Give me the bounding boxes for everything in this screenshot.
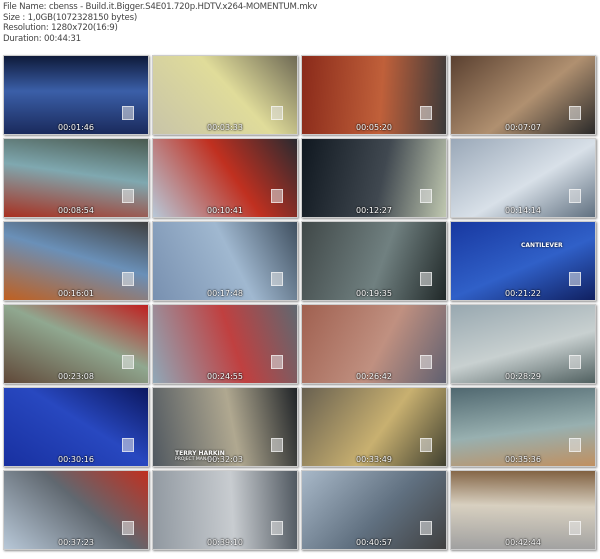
thumbnail[interactable]: 00:08:54 [3,138,149,218]
thumbnail[interactable]: 00:07:07 [450,55,596,135]
channel-logo-icon [271,355,283,369]
timestamp: 00:19:35 [356,289,392,298]
thumbnail[interactable]: 00:19:35 [301,221,447,301]
thumbnail[interactable]: 00:35:36 [450,387,596,467]
channel-logo-icon [122,438,134,452]
channel-logo-icon [569,272,581,286]
channel-logo-icon [122,355,134,369]
thumbnail[interactable]: 00:01:46 [3,55,149,135]
thumbnail[interactable]: 00:10:41 [152,138,298,218]
timestamp: 00:23:08 [58,372,94,381]
thumbnail[interactable]: 00:05:20 [301,55,447,135]
timestamp: 00:33:49 [356,455,392,464]
channel-logo-icon [569,189,581,203]
timestamp: 00:24:55 [207,372,243,381]
timestamp: 00:30:16 [58,455,94,464]
thumbnail-grid: 00:01:46 00:03:33 00:05:20 00:07:07 00:08:54… [3,55,597,550]
channel-logo-icon [420,272,432,286]
thumbnail-caption: CANTILEVER [521,242,563,249]
channel-logo-icon [271,272,283,286]
channel-logo-icon [420,438,432,452]
timestamp: 00:16:01 [58,289,94,298]
thumbnail[interactable]: 00:14:14 [450,138,596,218]
thumbnail[interactable]: 00:33:49 [301,387,447,467]
thumbnail[interactable]: 00:42:44 [450,470,596,550]
timestamp: 00:39:10 [207,538,243,547]
thumbnail[interactable]: TERRY HARKIN PROJECT MANAGER 00:32:03 [152,387,298,467]
timestamp: 00:14:14 [505,206,541,215]
timestamp: 00:08:54 [58,206,94,215]
channel-logo-icon [122,272,134,286]
channel-logo-icon [122,106,134,120]
caption-title: CANTILEVER [521,242,563,249]
timestamp: 00:40:57 [356,538,392,547]
channel-logo-icon [271,438,283,452]
thumbnail[interactable]: 00:28:29 [450,304,596,384]
thumbnail[interactable]: 00:24:55 [152,304,298,384]
channel-logo-icon [271,521,283,535]
thumbnail[interactable]: 00:23:08 [3,304,149,384]
channel-logo-icon [569,521,581,535]
thumbnail[interactable]: 00:26:42 [301,304,447,384]
channel-logo-icon [420,355,432,369]
resolution: Resolution: 1280x720(16:9) [3,23,118,33]
timestamp: 00:01:46 [58,123,94,132]
timestamp: 00:05:20 [356,123,392,132]
channel-logo-icon [122,521,134,535]
channel-logo-icon [122,189,134,203]
timestamp: 00:28:29 [505,372,541,381]
thumbnail[interactable]: 00:40:57 [301,470,447,550]
channel-logo-icon [420,189,432,203]
channel-logo-icon [420,106,432,120]
timestamp: 00:32:03 [207,455,243,464]
duration: Duration: 00:44:31 [3,33,81,44]
channel-logo-icon [569,106,581,120]
timestamp: 00:21:22 [505,289,541,298]
thumbnail[interactable]: 00:12:27 [301,138,447,218]
channel-logo-icon [569,438,581,452]
thumbnail[interactable]: CANTILEVER 00:21:22 [450,221,596,301]
timestamp: 00:07:07 [505,123,541,132]
channel-logo-icon [420,521,432,535]
file-size: Size : 1,0GB(1072328150 bytes) [3,12,138,23]
thumbnail[interactable]: 00:30:16 [3,387,149,467]
timestamp: 00:35:36 [505,455,541,464]
timestamp: 00:17:48 [207,289,243,298]
timestamp: 00:03:33 [207,123,243,132]
timestamp: 00:12:27 [356,206,392,215]
timestamp: 00:26:42 [356,372,392,381]
channel-logo-icon [569,355,581,369]
file-info: File Name: cbenss - Build.it.Bigger.S4E0… [3,2,317,44]
timestamp: 00:42:44 [505,538,541,547]
thumbnail[interactable]: 00:03:33 [152,55,298,135]
timestamp: 00:10:41 [207,206,243,215]
timestamp: 00:37:23 [58,538,94,547]
file-name: File Name: cbenss - Build.it.Bigger.S4E0… [3,2,318,12]
channel-logo-icon [271,189,283,203]
thumbnail[interactable]: 00:37:23 [3,470,149,550]
thumbnail[interactable]: 00:16:01 [3,221,149,301]
channel-logo-icon [271,106,283,120]
thumbnail[interactable]: 00:39:10 [152,470,298,550]
thumbnail[interactable]: 00:17:48 [152,221,298,301]
